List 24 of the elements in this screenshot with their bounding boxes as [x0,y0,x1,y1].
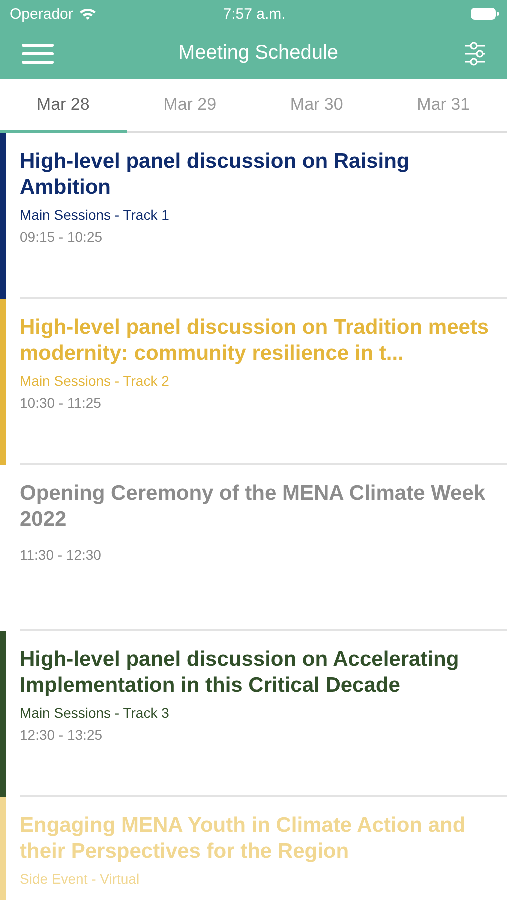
date-tab[interactable]: Mar 30 [254,79,380,133]
date-tab[interactable]: Mar 31 [380,79,507,133]
date-tab[interactable]: Mar 29 [126,79,254,133]
session-title[interactable]: High-level panel discussion on Raising Ambition [20,149,507,201]
session-time: 11:30 - 12:30 [20,547,102,563]
session-title[interactable]: Engaging MENA Youth in Climate Action and their Perspectives for the Region [20,813,507,865]
menu-button[interactable] [22,44,54,64]
session-time: 12:30 - 13:25 [20,727,104,743]
wifi-icon [79,7,98,21]
date-tab[interactable]: Mar 28 [0,79,127,133]
session-time: 09:15 - 10:25 [20,229,104,245]
carrier-name: Operador [10,6,74,22]
session-track: Main Sessions - Track 1 [20,207,170,223]
session-time: 10:30 - 11:25 [20,395,102,411]
session-track: Side Event - Virtual [20,871,141,887]
session-title[interactable]: High-level panel discussion on Accelerating Implementation in this Critical Decade [20,647,507,699]
session-title[interactable]: Opening Ceremony of the MENA Climate Week 2022 [20,481,507,533]
battery-icon [471,8,500,20]
session-track: Main Sessions - Track 2 [20,373,170,389]
clock-time: 7:57 a.m. [223,6,286,22]
session-track: Main Sessions - Track 3 [20,705,170,721]
filter-button[interactable] [462,42,487,66]
screen-title: Meeting Schedule [178,42,339,65]
session-title[interactable]: High-level panel discussion on Tradition meets modernity: community resilience in t... [20,315,507,367]
